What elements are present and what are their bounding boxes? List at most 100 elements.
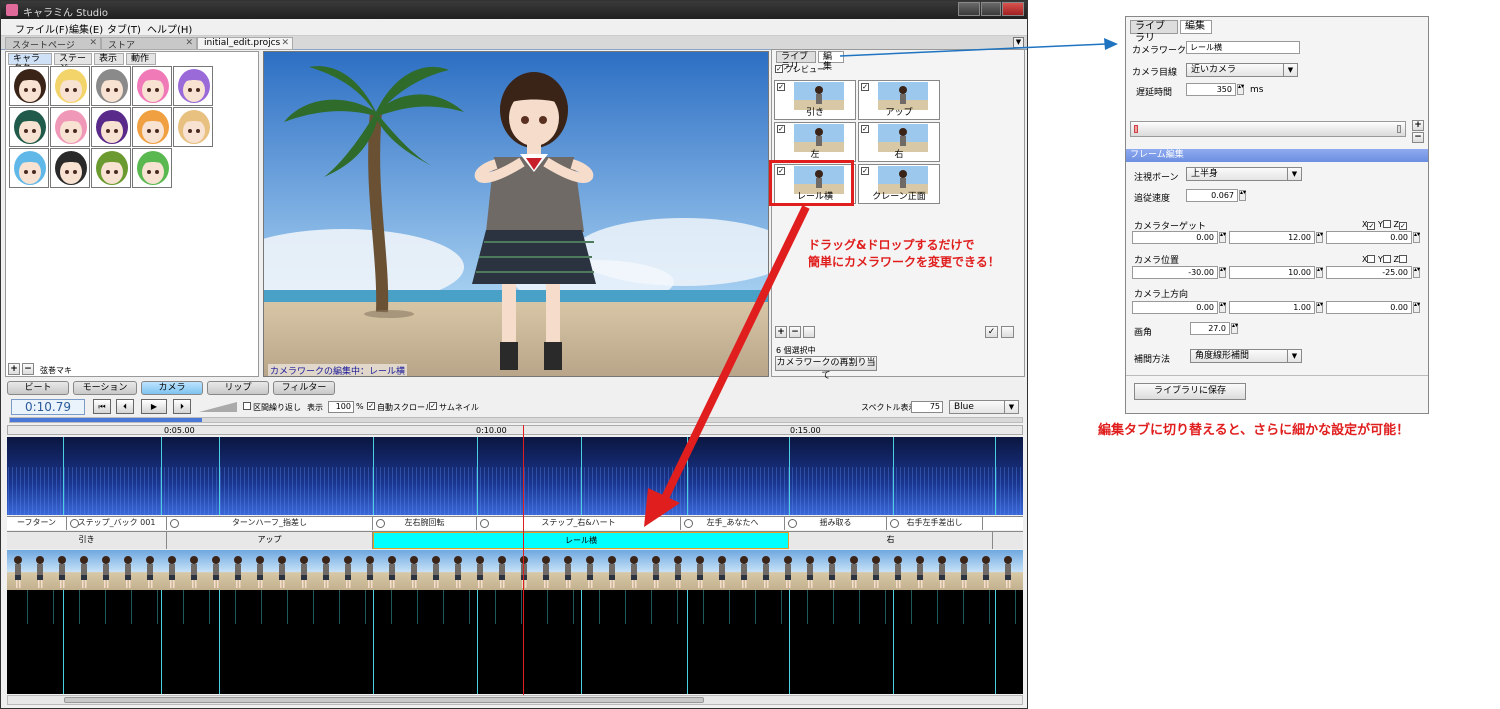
close-icon[interactable]: ✕: [185, 38, 193, 48]
spinner-icon[interactable]: ▴▾: [1316, 232, 1323, 243]
character-thumbnail[interactable]: [91, 66, 131, 106]
motion-handle-icon[interactable]: [890, 519, 899, 528]
character-thumbnail[interactable]: [91, 148, 131, 188]
vector-component-input[interactable]: 10.00: [1229, 266, 1315, 279]
color-scheme-select[interactable]: Blue ▼: [949, 400, 1019, 414]
camera-work-item[interactable]: ✓ 左: [774, 122, 856, 162]
vector-component-input[interactable]: -25.00: [1326, 266, 1412, 279]
spinner-icon[interactable]: ▴▾: [1316, 302, 1323, 313]
tab-display[interactable]: 表示: [94, 53, 124, 65]
character-thumbnail[interactable]: [132, 148, 172, 188]
motion-segment[interactable]: ーフターン: [7, 517, 67, 530]
tab-filter[interactable]: フィルター: [273, 381, 335, 395]
camera-target-select[interactable]: 近いカメラ ▼: [1186, 63, 1298, 77]
camera-work-item[interactable]: ✓ アップ: [858, 80, 940, 120]
camera-work-item[interactable]: ✓ 引き: [774, 80, 856, 120]
add-icon[interactable]: +: [8, 363, 20, 375]
spinner-icon[interactable]: ▴▾: [1316, 267, 1323, 278]
timeline-scrollbar[interactable]: [7, 695, 1023, 705]
motion-segment[interactable]: 左手_あなたへ: [681, 517, 785, 530]
beat-marker[interactable]: [63, 590, 64, 694]
menu-edit[interactable]: 編集(E): [69, 21, 103, 36]
beat-track[interactable]: [7, 590, 1023, 694]
motion-handle-icon[interactable]: [170, 519, 179, 528]
camera-work-checkbox[interactable]: ✓: [777, 83, 785, 91]
lock-x-checkbox[interactable]: ✓: [1367, 222, 1376, 230]
tab-list-dropdown-icon[interactable]: ▼: [1013, 37, 1024, 48]
play-icon[interactable]: ▶: [141, 399, 167, 414]
keyframe-marker[interactable]: [1134, 125, 1138, 133]
motion-segment[interactable]: 左右腕回転: [373, 517, 477, 530]
vector-component-input[interactable]: 0.00: [1326, 231, 1412, 244]
tab-edit[interactable]: 編集: [1180, 20, 1212, 34]
tab-motion[interactable]: モーション: [73, 381, 137, 395]
camera-work-checkbox[interactable]: ✓: [861, 125, 869, 133]
camera-work-checkbox[interactable]: ✓: [861, 167, 869, 175]
copy-icon[interactable]: [803, 326, 815, 338]
tab-library[interactable]: ライブラリ: [1130, 20, 1178, 44]
close-button[interactable]: [1002, 2, 1024, 16]
maximize-button[interactable]: [981, 2, 1001, 16]
beat-marker[interactable]: [477, 590, 478, 694]
spinner-icon[interactable]: ▴▾: [1219, 302, 1226, 313]
motion-segment[interactable]: 揺み取る: [785, 517, 887, 530]
camera-segment[interactable]: アップ: [167, 532, 373, 549]
beat-marker[interactable]: [581, 437, 582, 515]
tab-start-page[interactable]: スタートページ ✕: [5, 37, 101, 51]
character-thumbnail[interactable]: [50, 66, 90, 106]
menu-tab[interactable]: タブ(T): [107, 21, 141, 36]
beat-marker[interactable]: [893, 590, 894, 694]
beat-marker[interactable]: [687, 590, 688, 694]
3d-viewport[interactable]: カメラワークの編集中：レール横: [263, 51, 769, 377]
camera-segment[interactable]: レール横: [373, 532, 789, 549]
vector-component-input[interactable]: -30.00: [1132, 266, 1218, 279]
add-keyframe-icon[interactable]: +: [1412, 120, 1424, 131]
spinner-icon[interactable]: ▴▾: [1413, 232, 1420, 243]
character-thumbnail[interactable]: [9, 66, 49, 106]
close-icon[interactable]: ✕: [281, 38, 289, 48]
camera-work-item[interactable]: ✓ 右: [858, 122, 940, 162]
tab-library[interactable]: ライブラリ: [776, 51, 816, 72]
motion-segment[interactable]: ターンハーフ_指差し: [167, 517, 373, 530]
uncheck-all-icon[interactable]: [1001, 326, 1014, 338]
motion-segment[interactable]: ステップ_右&ハート: [477, 517, 681, 530]
beat-marker[interactable]: [789, 437, 790, 515]
motion-handle-icon[interactable]: [480, 519, 489, 528]
beat-marker[interactable]: [687, 437, 688, 515]
beat-marker[interactable]: [995, 590, 996, 694]
remove-icon[interactable]: −: [789, 326, 801, 338]
camera-segment[interactable]: 引き: [7, 532, 167, 549]
camera-work-checkbox[interactable]: ✓: [861, 83, 869, 91]
lock-x-checkbox[interactable]: [1367, 255, 1376, 263]
playback-progress[interactable]: [9, 417, 1023, 423]
beat-marker[interactable]: [63, 437, 64, 515]
minimize-button[interactable]: [958, 2, 980, 16]
save-to-library-button[interactable]: ライブラリに保存: [1134, 383, 1246, 400]
tab-stage[interactable]: ステージ: [54, 53, 92, 74]
spinner-icon[interactable]: ▴▾: [1237, 84, 1244, 95]
audio-spectrogram[interactable]: [7, 437, 1023, 515]
tab-store[interactable]: ストア ✕: [101, 37, 197, 51]
beat-marker[interactable]: [995, 437, 996, 515]
character-thumbnail[interactable]: [50, 148, 90, 188]
thumbnail-checkbox[interactable]: ✓: [429, 402, 437, 410]
beat-marker[interactable]: [219, 437, 220, 515]
bone-select[interactable]: 上半身 ▼: [1186, 167, 1302, 181]
close-icon[interactable]: ✕: [89, 38, 97, 48]
speed-input[interactable]: 0.067: [1186, 189, 1238, 202]
vector-component-input[interactable]: 0.00: [1132, 301, 1218, 314]
time-ruler[interactable]: 0:05.00 0:10.00 0:15.00: [7, 425, 1023, 435]
delay-input[interactable]: 350: [1186, 83, 1236, 96]
character-thumbnail[interactable]: [91, 107, 131, 147]
tab-edit[interactable]: 編集: [818, 51, 844, 72]
tab-lip[interactable]: リップ: [207, 381, 269, 395]
add-icon[interactable]: +: [775, 326, 787, 338]
zoom-input[interactable]: 100: [328, 401, 354, 413]
character-thumbnail[interactable]: [9, 107, 49, 147]
lock-y-checkbox[interactable]: [1382, 255, 1391, 263]
vector-component-input[interactable]: 0.00: [1326, 301, 1412, 314]
remove-icon[interactable]: −: [22, 363, 34, 375]
camerawork-name-input[interactable]: レール横: [1186, 41, 1300, 54]
motion-handle-icon[interactable]: [788, 519, 797, 528]
beat-marker[interactable]: [219, 590, 220, 694]
